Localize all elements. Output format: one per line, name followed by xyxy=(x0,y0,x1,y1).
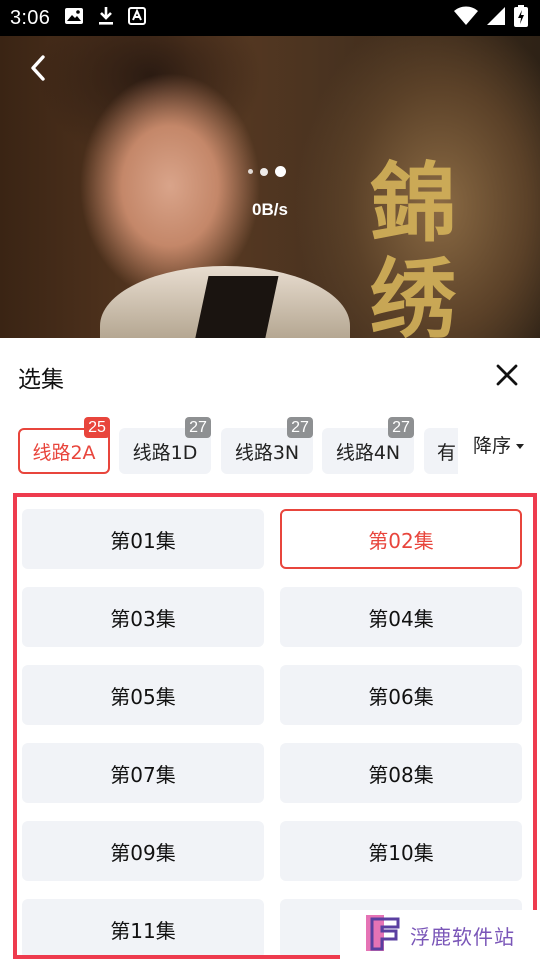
route-badge: 27 xyxy=(287,417,313,438)
download-icon xyxy=(98,6,114,30)
close-icon xyxy=(496,364,518,390)
episode-tile[interactable]: 第10集 xyxy=(280,821,522,881)
episode-tile[interactable]: 第07集 xyxy=(22,743,264,803)
download-speed: 0B/s xyxy=(252,200,288,219)
panel-title: 选集 xyxy=(18,367,64,393)
route-tabs: 线路2A 25 线路1D 27 线路3N 27 线路4N 27 有 xyxy=(18,416,458,478)
a-notification-icon xyxy=(128,7,147,29)
sort-label: 降序 xyxy=(472,434,511,457)
status-bar: 3:06 xyxy=(0,0,540,36)
route-badge: 25 xyxy=(84,417,110,438)
episode-grid: 第01集 第02集 第03集 第04集 第05集 第06集 第07集 第08集 … xyxy=(13,493,537,959)
caret-down-icon xyxy=(515,433,525,455)
loading-dot xyxy=(260,167,268,176)
route-tab-1d[interactable]: 线路1D 27 xyxy=(119,417,211,474)
route-label: 线路2A xyxy=(32,441,96,464)
route-badge: 27 xyxy=(185,417,211,438)
video-player[interactable]: 錦 绣 0B/s xyxy=(0,36,540,338)
route-tab-3n[interactable]: 线路3N 27 xyxy=(221,417,313,474)
status-time: 3:06 xyxy=(10,6,51,29)
episode-tile-selected[interactable]: 第02集 xyxy=(280,509,522,569)
route-badge: 27 xyxy=(388,417,414,438)
episode-tile[interactable]: 第03集 xyxy=(22,587,264,647)
route-label: 线路4N xyxy=(335,441,401,464)
back-button[interactable] xyxy=(22,54,54,86)
battery-charging-icon xyxy=(514,5,528,31)
loading-dot xyxy=(248,169,253,174)
route-label: 线路1D xyxy=(132,441,198,464)
episode-tile[interactable]: 第04集 xyxy=(280,587,522,647)
route-label: 线路3N xyxy=(234,441,300,464)
episode-tile[interactable]: 第09集 xyxy=(22,821,264,881)
episode-panel-header: 选集 xyxy=(0,338,540,416)
loading-indicator xyxy=(248,166,286,177)
wifi-icon xyxy=(454,6,478,30)
route-tab-more[interactable]: 有 xyxy=(424,428,458,474)
poster-title-art: 錦 绣 xyxy=(370,153,460,339)
close-button[interactable] xyxy=(492,362,522,392)
episode-tile[interactable]: 第06集 xyxy=(280,665,522,725)
watermark-logo-icon xyxy=(366,913,402,957)
loading-dot xyxy=(275,166,286,177)
route-tab-2a[interactable]: 线路2A 25 xyxy=(18,417,110,474)
watermark-text: 浮鹿软件站 xyxy=(410,924,515,949)
episode-tile[interactable]: 第05集 xyxy=(22,665,264,725)
episode-tile[interactable]: 第01集 xyxy=(22,509,264,569)
route-label: 有 xyxy=(437,441,457,464)
chevron-left-icon xyxy=(29,54,47,86)
watermark: 浮鹿软件站 xyxy=(340,910,540,960)
image-icon xyxy=(64,7,84,29)
route-tab-4n[interactable]: 线路4N 27 xyxy=(322,417,414,474)
sort-toggle[interactable]: 降序 xyxy=(458,416,540,472)
episode-tile[interactable]: 第08集 xyxy=(280,743,522,803)
episode-tile[interactable]: 第11集 xyxy=(22,899,264,955)
signal-icon xyxy=(486,6,506,30)
